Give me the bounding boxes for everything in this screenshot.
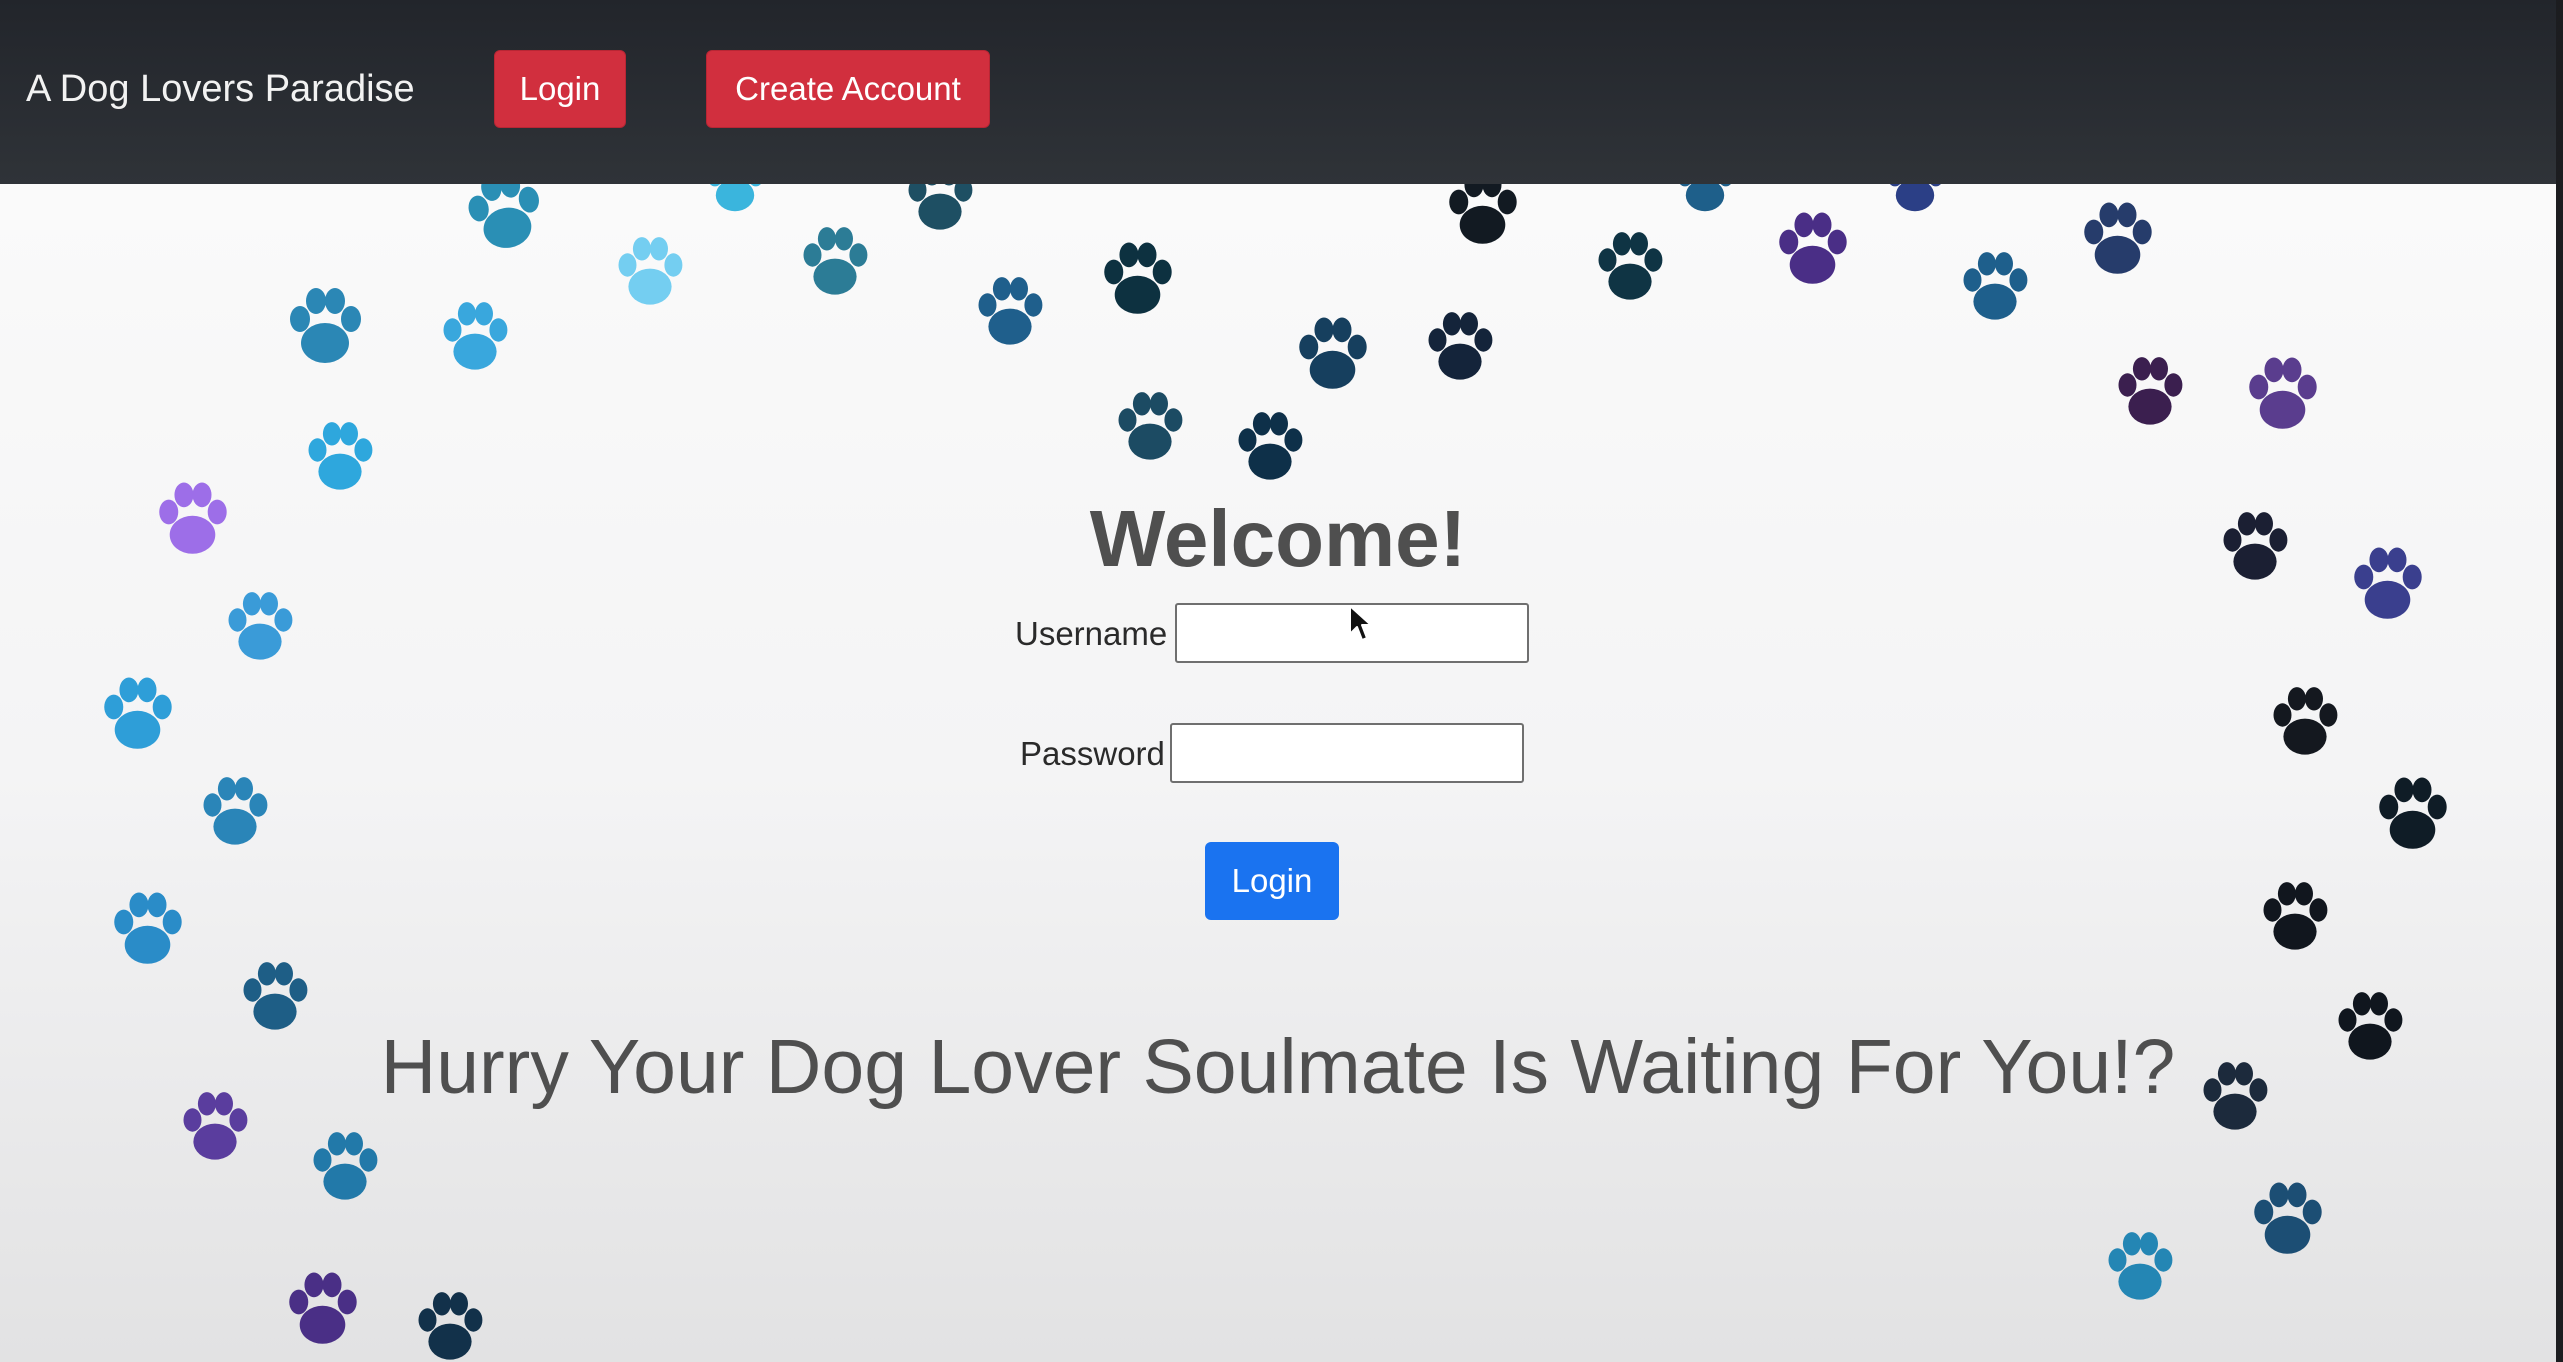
submit-login-button[interactable]: Login [1205,842,1339,920]
tagline: Hurry Your Dog Lover Soulmate Is Waiting… [380,1024,2176,1110]
password-input[interactable] [1170,723,1524,783]
page: A Dog Lovers Paradise Login Create Accou… [0,0,2563,1362]
brand-title[interactable]: A Dog Lovers Paradise [26,66,415,112]
navbar: A Dog Lovers Paradise Login Create Accou… [0,0,2556,184]
welcome-heading: Welcome! [1089,494,1467,583]
nav-login-button[interactable]: Login [494,50,626,128]
password-label: Password [1020,735,1165,772]
scrollbar[interactable] [2556,0,2563,1362]
paw-icons-right [1428,184,2447,1300]
mouse-cursor-icon [1349,605,1372,641]
create-account-button[interactable]: Create Account [706,50,990,128]
main-content: Welcome! Username Password Login Hurry Y… [0,184,2556,1362]
username-label: Username [1015,615,1168,652]
